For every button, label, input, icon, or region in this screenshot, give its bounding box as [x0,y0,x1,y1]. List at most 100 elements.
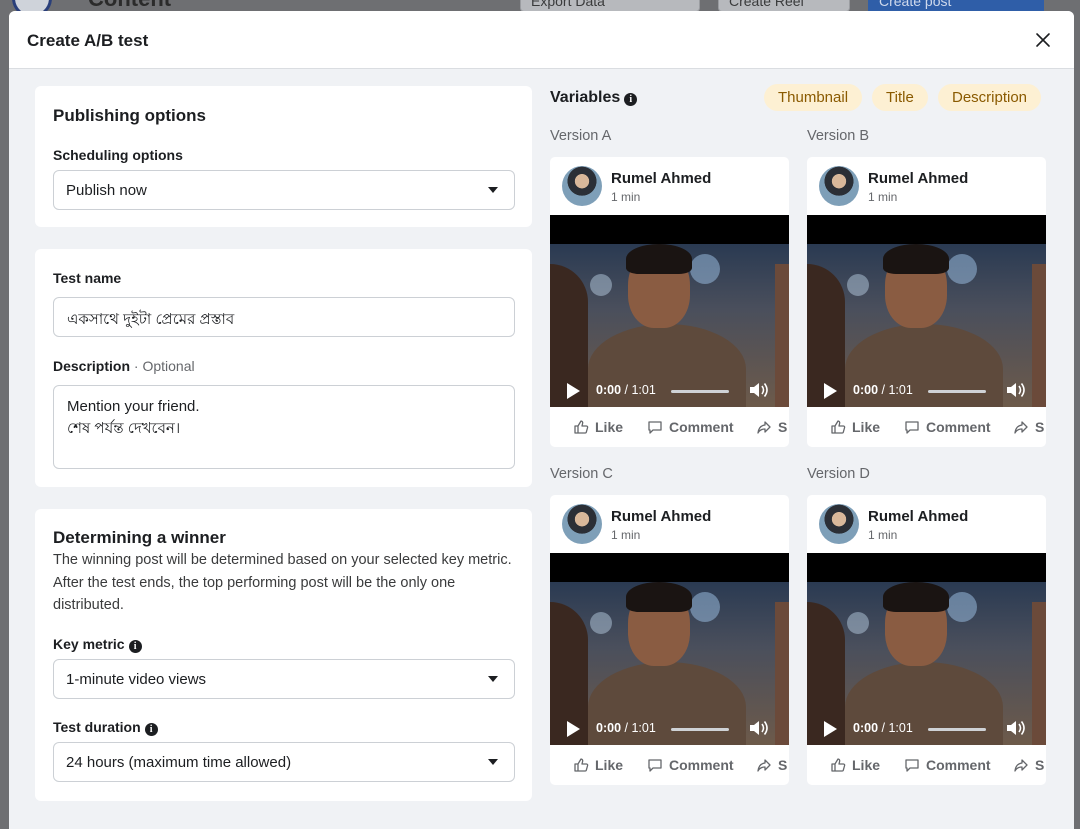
info-icon[interactable]: i [624,93,638,106]
comment-icon [904,757,926,773]
post-actions: Like Comment S [550,407,789,447]
share-label: S [778,419,788,435]
post-author: Rumel Ahmed [868,508,969,525]
video-progress-bar[interactable] [928,728,986,731]
video-current-time: 0:00 [853,383,879,397]
test-duration-label: Test duration i [53,719,158,736]
comment-button[interactable]: Comment [904,757,991,773]
determining-winner-heading: Determining a winner [53,528,226,547]
comment-button[interactable]: Comment [647,757,734,773]
version-b-preview: Rumel Ahmed 1 min 0:00 / 1:01 Like Comme [807,157,1046,447]
video-player[interactable]: 0:00 / 1:01 [807,553,1046,745]
ab-test-modal: Create A/B test Publishing options Sched… [9,11,1074,829]
video-progress-bar[interactable] [928,390,986,393]
like-button[interactable]: Like [573,757,623,773]
info-icon[interactable]: i [128,640,142,653]
test-duration-select[interactable]: 24 hours (maximum time allowed) [53,742,515,782]
variables-label-text: Variables [550,89,621,106]
share-label: S [1035,419,1045,435]
play-icon[interactable] [567,721,580,737]
caret-down-icon [488,676,498,682]
chip-thumbnail[interactable]: Thumbnail [764,84,863,111]
comment-icon [904,419,926,435]
like-label: Like [852,757,881,773]
description-label: Description · Optional [53,358,195,374]
volume-icon[interactable] [1005,380,1027,400]
version-c-label: Version C [550,466,613,482]
like-button[interactable]: Like [573,419,623,435]
post-actions: Like Comment S [807,407,1046,447]
chip-description[interactable]: Description [938,84,1042,111]
video-player[interactable]: 0:00 / 1:01 [807,215,1046,407]
volume-icon[interactable] [748,380,770,400]
test-name-label: Test name [53,270,122,286]
video-current-time: 0:00 [596,721,622,735]
comment-button[interactable]: Comment [647,419,734,435]
close-icon[interactable] [1030,27,1056,53]
version-d-label: Version D [807,466,870,482]
share-label: S [1035,757,1045,773]
like-label: Like [852,419,881,435]
like-icon [830,757,852,773]
key-metric-select[interactable]: 1-minute video views [53,659,515,699]
share-button[interactable]: S [756,757,787,773]
caret-down-icon [488,187,498,193]
share-button[interactable]: S [1013,757,1044,773]
like-icon [830,419,852,435]
share-button[interactable]: S [756,419,787,435]
video-time: 0:00 / 1:01 [596,383,656,397]
modal-title: Create A/B test [27,31,149,50]
video-duration: / 1:01 [624,383,656,397]
share-icon [756,757,778,773]
publishing-options-heading: Publishing options [53,106,206,125]
share-label: S [778,757,788,773]
video-player[interactable]: 0:00 / 1:01 [550,215,789,407]
description-label-text: Description [53,358,131,374]
like-button[interactable]: Like [830,757,880,773]
test-duration-value: 24 hours (maximum time allowed) [66,754,292,771]
video-time: 0:00 / 1:01 [853,383,913,397]
version-b-label: Version B [807,128,870,144]
play-icon[interactable] [567,383,580,399]
version-d-preview: Rumel Ahmed 1 min 0:00 / 1:01 Like Comme [807,495,1046,785]
comment-icon [647,419,669,435]
video-player[interactable]: 0:00 / 1:01 [550,553,789,745]
like-icon [573,757,595,773]
info-icon[interactable]: i [144,723,158,736]
determining-winner-card: Determining a winner The winning post wi… [35,509,532,801]
description-optional-text: · Optional [133,358,195,374]
test-name-input[interactable]: একসাথে দুইটা প্রেমের প্রস্তাব [53,297,515,337]
volume-icon[interactable] [1005,718,1027,738]
video-duration: / 1:01 [881,383,913,397]
description-line-1: Mention your friend. [67,398,200,415]
version-c-preview: Rumel Ahmed 1 min 0:00 / 1:01 Like Comme [550,495,789,785]
key-metric-value: 1-minute video views [66,671,207,688]
comment-label: Comment [669,419,734,435]
share-button[interactable]: S [1013,419,1044,435]
video-progress-bar[interactable] [671,390,729,393]
volume-icon[interactable] [748,718,770,738]
like-label: Like [595,419,624,435]
avatar [562,166,602,206]
description-textarea[interactable]: Mention your friend. শেষ পর্যন্ত দেখবেন। [53,385,515,469]
like-button[interactable]: Like [830,419,880,435]
share-icon [1013,757,1035,773]
post-time: 1 min [611,190,641,204]
version-a-preview: Rumel Ahmed 1 min 0:00 / 1:01 Like Comme [550,157,789,447]
modal-header: Create A/B test [9,11,1074,69]
avatar [562,504,602,544]
scheduling-options-select[interactable]: Publish now [53,170,515,210]
video-controls: 0:00 / 1:01 [550,373,789,407]
caret-down-icon [488,759,498,765]
publishing-options-card: Publishing options Scheduling options Pu… [35,86,532,227]
variables-label: Variables i [550,89,638,107]
comment-button[interactable]: Comment [904,419,991,435]
play-icon[interactable] [824,383,837,399]
video-progress-bar[interactable] [671,728,729,731]
chip-title[interactable]: Title [872,84,928,111]
post-time: 1 min [868,528,898,542]
play-icon[interactable] [824,721,837,737]
post-actions: Like Comment S [807,745,1046,785]
post-author: Rumel Ahmed [611,170,712,187]
test-details-card: Test name একসাথে দুইটা প্রেমের প্রস্তাব … [35,249,532,487]
